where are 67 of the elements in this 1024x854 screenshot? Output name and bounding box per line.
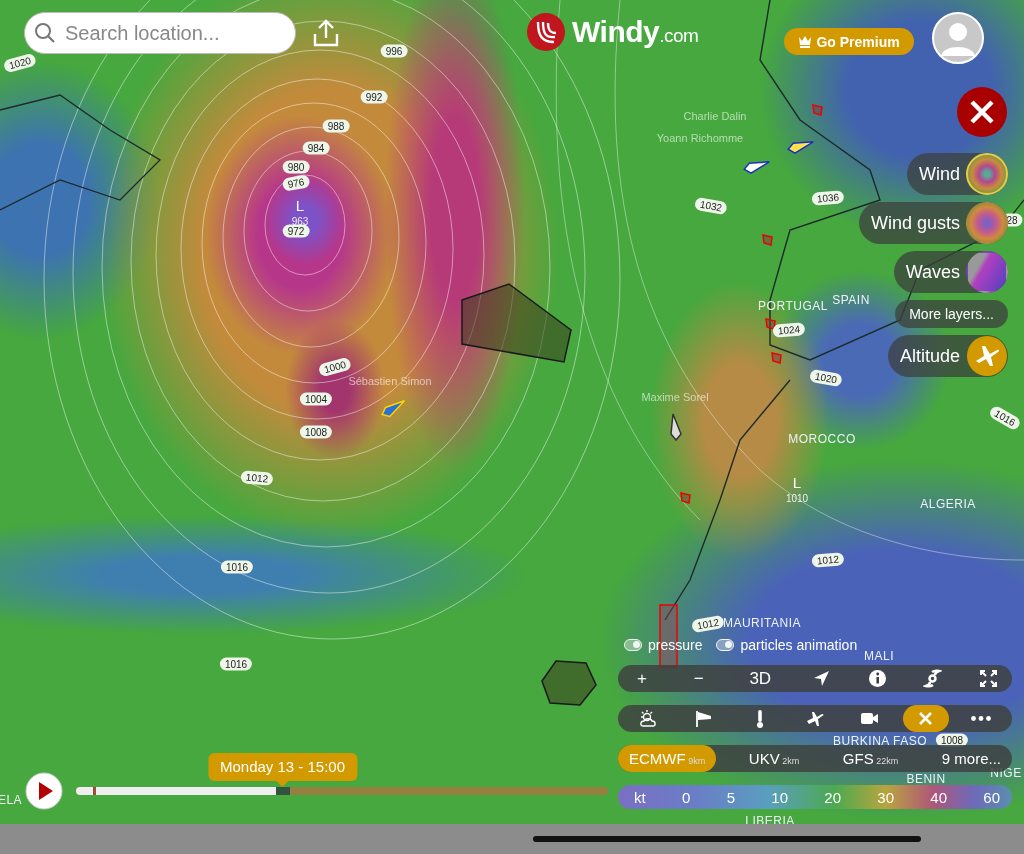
model-button[interactable]: GFS 22km — [831, 745, 910, 772]
map-tool-button[interactable]: 3D — [745, 668, 776, 689]
low-pressure-value: 1010 — [785, 492, 809, 504]
legend-value: 5 — [726, 788, 735, 806]
sailor-name: Sébastien Simon — [348, 375, 432, 387]
marker-icon — [765, 318, 777, 330]
sailor-name: Maxime Sorel — [641, 391, 709, 403]
logo-text: Windy.com — [572, 15, 699, 49]
legend-value: 60 — [983, 788, 1000, 806]
close-icon[interactable] — [956, 86, 1008, 138]
legend-value: 20 — [824, 788, 841, 806]
more-layers-button[interactable]: More layers... — [895, 300, 1008, 328]
country-label: MALI — [864, 649, 894, 663]
altitude-button[interactable]: Altitude — [887, 335, 1008, 377]
toggle-switch[interactable]: particles animation — [716, 636, 858, 654]
country-label: PORTUGAL — [758, 299, 828, 313]
low-pressure-letter: L — [792, 473, 802, 491]
marker-icon — [812, 104, 824, 116]
map-tool-button[interactable]: + — [632, 668, 652, 689]
legend-value: 40 — [930, 788, 947, 806]
country-label: ALGERIA — [920, 497, 976, 511]
sailor-name: Yoann Richomme — [656, 132, 744, 144]
more-icon — [970, 716, 991, 721]
isobar-label: 972 — [282, 224, 310, 238]
isobar-label: 984 — [302, 141, 330, 155]
isobar-label: 980 — [282, 160, 310, 174]
isobar-label: 996 — [380, 44, 408, 58]
country-label: BENIN — [906, 772, 946, 786]
exclusion-zone — [540, 659, 598, 707]
country-label: NIGE — [990, 766, 1022, 780]
share-icon[interactable] — [312, 18, 340, 48]
isobar-label: 988 — [322, 119, 350, 133]
isobar-label: 992 — [360, 90, 388, 104]
plane-icon — [966, 335, 1008, 377]
low-pressure-letter: L — [295, 196, 305, 214]
play-icon[interactable] — [25, 772, 63, 810]
thermometer-icon — [756, 709, 763, 728]
legend-unit: kt — [634, 788, 646, 806]
info-icon[interactable] — [867, 669, 887, 688]
layer-button[interactable]: Wind — [907, 153, 1008, 195]
avatar-icon[interactable] — [931, 12, 984, 64]
category-button[interactable] — [902, 705, 949, 732]
fullscreen-icon[interactable] — [978, 669, 998, 688]
time-tooltip: Monday 13 - 15:00 — [207, 753, 358, 787]
legend-value: 0 — [682, 788, 691, 806]
sun-cloud-icon — [639, 708, 659, 729]
logo-icon — [526, 12, 566, 52]
low-pressure-value: 963 — [291, 215, 309, 227]
marker-icon — [771, 352, 783, 364]
country-label: MOROCCO — [788, 432, 856, 446]
hurricane-icon[interactable] — [923, 669, 943, 688]
map-tool-button[interactable]: − — [688, 668, 709, 689]
model-button[interactable]: UKV 2km — [737, 745, 811, 772]
search-field[interactable]: Search location... — [24, 12, 296, 54]
search-icon — [34, 22, 56, 44]
legend-value: 30 — [877, 788, 894, 806]
country-label: SPAIN — [832, 293, 870, 307]
layer-button[interactable]: Wind gusts — [858, 202, 1008, 244]
country-label: MAURITANIA — [722, 616, 802, 630]
crown-icon — [798, 35, 813, 48]
layer-button[interactable]: Waves — [893, 251, 1008, 293]
legend-value: 10 — [771, 788, 788, 806]
marker-icon — [762, 234, 774, 246]
country-label: BURKINA FASO — [833, 734, 927, 748]
sailor-name: Charlie Dalin — [683, 110, 747, 122]
boat-icon — [669, 412, 683, 442]
marker-icon — [680, 492, 692, 504]
